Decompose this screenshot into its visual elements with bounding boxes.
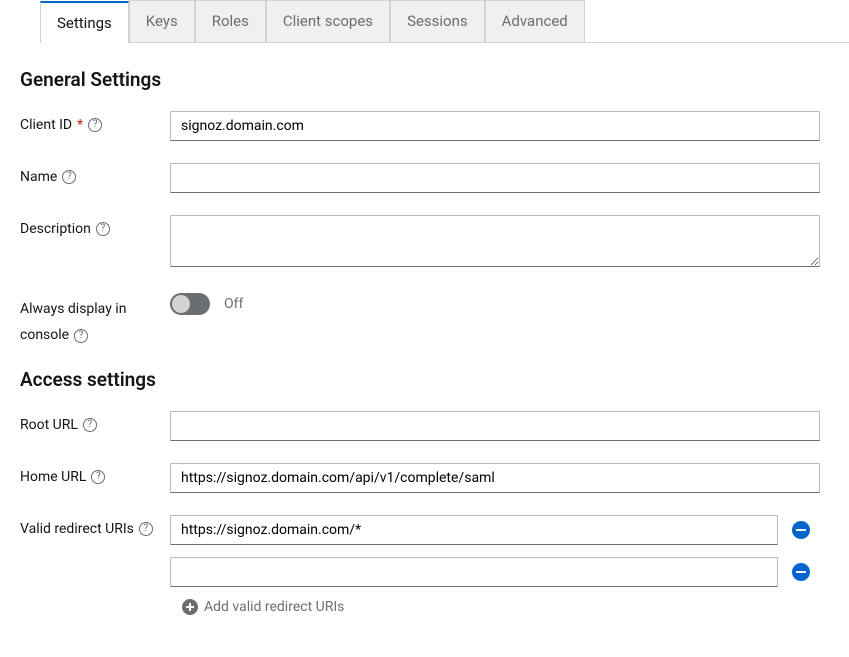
redirect-uri-input-1[interactable] [170, 557, 778, 587]
required-indicator: * [77, 117, 83, 133]
tab-keys[interactable]: Keys [129, 0, 195, 42]
tab-settings[interactable]: Settings [40, 1, 129, 43]
help-icon[interactable]: ? [91, 470, 105, 484]
home-url-label: Home URL ? [20, 463, 170, 485]
help-icon[interactable]: ? [83, 418, 97, 432]
tab-advanced[interactable]: Advanced [485, 0, 585, 42]
tab-list: Settings Keys Roles Client scopes Sessio… [40, 0, 849, 43]
always-display-toggle[interactable] [170, 293, 210, 315]
description-label: Description ? [20, 215, 170, 237]
description-label-text: Description [20, 221, 91, 237]
remove-uri-icon[interactable] [792, 521, 810, 539]
help-icon[interactable]: ? [88, 118, 102, 132]
remove-uri-icon[interactable] [792, 563, 810, 581]
tab-client-scopes[interactable]: Client scopes [266, 0, 390, 42]
plus-icon [182, 599, 198, 615]
client-id-input[interactable] [170, 111, 820, 141]
home-url-input[interactable] [170, 463, 820, 493]
valid-redirect-uris-label-text: Valid redirect URIs [20, 521, 134, 537]
valid-redirect-uris-label: Valid redirect URIs ? [20, 515, 170, 537]
help-icon[interactable]: ? [74, 329, 88, 343]
name-label-text: Name [20, 169, 57, 185]
general-settings-heading: General Settings [20, 68, 829, 91]
add-redirect-uri-text: Add valid redirect URIs [204, 599, 344, 615]
always-display-label-line1: Always display in [20, 299, 170, 320]
always-display-label-line2: console [20, 325, 69, 346]
description-input[interactable] [170, 215, 820, 267]
help-icon[interactable]: ? [62, 170, 76, 184]
client-id-label-text: Client ID [20, 117, 72, 133]
add-redirect-uri-link[interactable]: Add valid redirect URIs [170, 599, 820, 615]
name-input[interactable] [170, 163, 820, 193]
client-id-label: Client ID * ? [20, 111, 170, 133]
root-url-input[interactable] [170, 411, 820, 441]
always-display-label: Always display in console ? [20, 293, 170, 346]
access-settings-heading: Access settings [20, 368, 829, 391]
root-url-label: Root URL ? [20, 411, 170, 433]
tab-sessions[interactable]: Sessions [390, 0, 485, 42]
help-icon[interactable]: ? [96, 222, 110, 236]
redirect-uri-input-0[interactable] [170, 515, 778, 545]
toggle-state-label: Off [224, 296, 243, 312]
help-icon[interactable]: ? [139, 522, 153, 536]
toggle-knob [172, 295, 190, 313]
root-url-label-text: Root URL [20, 417, 78, 433]
name-label: Name ? [20, 163, 170, 185]
tab-roles[interactable]: Roles [195, 0, 266, 42]
home-url-label-text: Home URL [20, 469, 86, 485]
